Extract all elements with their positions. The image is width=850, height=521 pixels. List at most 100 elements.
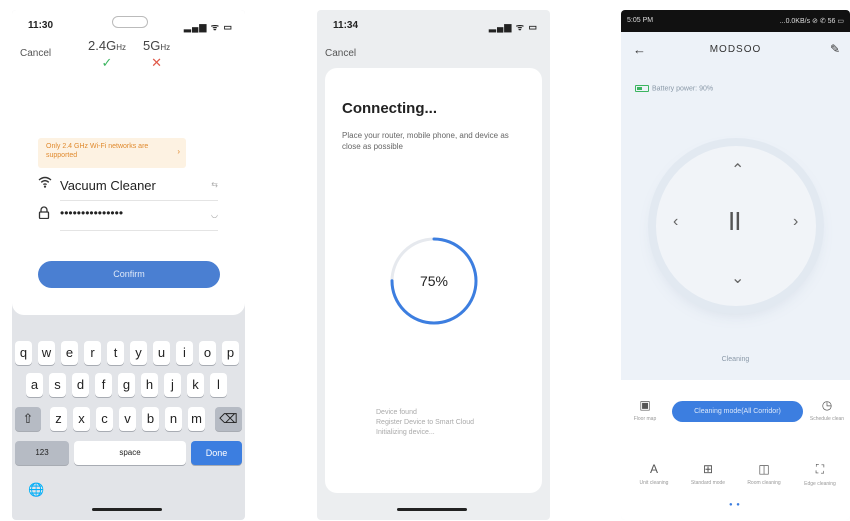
connection-steps: Device found Register Device to Smart Cl…: [376, 408, 526, 438]
map-icon: ▣: [639, 398, 651, 412]
vacuum-control-screen: 5:05 PM ...0.0KB/s ⊘ ✆ 56 ▭ ← MODSOO ✎ B…: [621, 10, 850, 520]
key-r[interactable]: r: [84, 341, 101, 365]
status-time: 11:34: [333, 20, 359, 31]
chevron-right-icon: ›: [177, 147, 180, 156]
key-p[interactable]: p: [222, 341, 239, 365]
status-icons: ▂▄▆ ᯤ ▭: [489, 22, 538, 32]
floor-map-label: Floor map: [633, 416, 657, 422]
keyboard-row-2: asdfghjkl: [12, 373, 245, 398]
backspace-key[interactable]: ⌫: [215, 407, 242, 431]
status-time: 11:30: [28, 20, 54, 31]
eye-icon[interactable]: ◡: [211, 210, 218, 219]
numbers-key[interactable]: 123: [15, 441, 69, 465]
floor-map-button[interactable]: ▣ Floor map: [629, 398, 661, 422]
mode-icon: ⊞: [702, 462, 714, 476]
band-24ghz-unit: Hz: [116, 43, 126, 52]
arrow-down-icon[interactable]: ⌄: [731, 268, 744, 288]
band-5ghz-label: 5G: [143, 38, 161, 53]
status-icons: ▂▄▆ ᯤ ▭: [184, 22, 233, 32]
wifi-name-value: Vacuum Cleaner: [60, 178, 156, 193]
connecting-card: Connecting... Place your router, mobile …: [325, 68, 542, 493]
key-b[interactable]: b: [142, 407, 159, 431]
band-5ghz: 5GHz ✕: [143, 38, 170, 71]
band-5ghz-unit: Hz: [160, 43, 171, 52]
wifi-icon: [38, 176, 52, 191]
home-indicator: [92, 508, 162, 511]
connecting-screen: 11:34 ▂▄▆ ᯤ ▭ Cancel Connecting... Place…: [317, 10, 550, 520]
keyboard-row-3: ⇧ ⌫ zxcvbnm: [12, 407, 245, 432]
cancel-button[interactable]: Cancel: [20, 48, 51, 59]
key-m[interactable]: m: [188, 407, 205, 431]
key-y[interactable]: y: [130, 341, 147, 365]
wifi-name-field[interactable]: Vacuum Cleaner ⇆: [38, 176, 218, 198]
battery-status: Battery power: 90%: [635, 85, 713, 92]
password-value: •••••••••••••••: [60, 206, 124, 220]
confirm-button[interactable]: Confirm: [38, 261, 220, 288]
space-key[interactable]: space: [74, 441, 186, 465]
cleaning-mode-button[interactable]: Cleaning mode(All Corridor): [672, 401, 803, 422]
key-v[interactable]: v: [119, 407, 136, 431]
room-cleaning-label: Room cleaning: [747, 480, 781, 486]
cancel-button[interactable]: Cancel: [325, 48, 356, 59]
key-a[interactable]: a: [26, 373, 43, 397]
band-24ghz: 2.4GHz ✓: [88, 38, 126, 71]
key-x[interactable]: x: [73, 407, 90, 431]
home-indicator: [397, 508, 467, 511]
key-t[interactable]: t: [107, 341, 124, 365]
divider: [60, 230, 218, 231]
key-s[interactable]: s: [49, 373, 66, 397]
status-time: 5:05 PM: [627, 17, 654, 24]
key-f[interactable]: f: [95, 373, 112, 397]
switch-network-icon[interactable]: ⇆: [211, 180, 218, 189]
status-bar: 11:30 ▂▄▆ ᯤ ▭: [28, 20, 233, 34]
key-g[interactable]: g: [118, 373, 135, 397]
globe-icon[interactable]: 🌐: [28, 482, 44, 498]
key-h[interactable]: h: [141, 373, 158, 397]
edge-cleaning-button[interactable]: ⛶ Edge cleaning: [797, 462, 843, 487]
shift-key[interactable]: ⇧: [15, 407, 41, 431]
battery-text: Battery power: 90%: [652, 85, 714, 93]
schedule-button[interactable]: ◷ Schedule clean: [807, 398, 847, 422]
edge-cleaning-label: Edge cleaning: [804, 481, 836, 487]
wifi-warning-text: Only 2.4 GHz Wi-Fi networks are supporte…: [46, 143, 149, 159]
band-24ghz-label: 2.4G: [88, 38, 117, 53]
key-w[interactable]: w: [38, 341, 55, 365]
key-n[interactable]: n: [165, 407, 182, 431]
key-d[interactable]: d: [72, 373, 89, 397]
room-cleaning-button[interactable]: ◫ Room cleaning: [741, 462, 787, 486]
key-l[interactable]: l: [210, 373, 227, 397]
arrow-right-icon[interactable]: ›: [793, 213, 798, 231]
cleaning-status: Cleaning: [721, 356, 750, 363]
arrow-left-icon[interactable]: ‹: [673, 213, 678, 231]
divider: [60, 200, 218, 201]
key-k[interactable]: k: [187, 373, 204, 397]
standard-mode-button[interactable]: ⊞ Standard mode: [685, 462, 731, 486]
key-z[interactable]: z: [50, 407, 67, 431]
unit-cleaning-label: Unit cleaning: [639, 480, 669, 486]
standard-mode-label: Standard mode: [690, 480, 726, 486]
check-icon: ✓: [101, 55, 113, 70]
step-register-device: Register Device to Smart Cloud: [376, 419, 475, 426]
connecting-title: Connecting...: [342, 100, 437, 117]
key-o[interactable]: o: [199, 341, 216, 365]
key-j[interactable]: j: [164, 373, 181, 397]
key-q[interactable]: q: [15, 341, 32, 365]
key-e[interactable]: e: [61, 341, 78, 365]
edge-icon: ⛶: [815, 462, 825, 476]
key-u[interactable]: u: [153, 341, 170, 365]
device-name: MODSOO: [709, 44, 762, 55]
key-i[interactable]: i: [176, 341, 193, 365]
keyboard-row-1: qwertyuiop: [12, 341, 245, 366]
cross-icon: ✕: [151, 55, 163, 70]
room-icon: ◫: [758, 462, 770, 476]
arrow-up-icon[interactable]: ⌃: [731, 160, 744, 180]
wifi-warning-banner[interactable]: Only 2.4 GHz Wi-Fi networks are supporte…: [38, 138, 186, 168]
wifi-card: 11:30 ▂▄▆ ᯤ ▭ Cancel 2.4GHz ✓ 5GHz ✕ Onl…: [12, 10, 245, 315]
letter-a-icon: A: [649, 462, 658, 476]
pause-button[interactable]: II: [728, 206, 741, 237]
key-c[interactable]: c: [96, 407, 113, 431]
unit-cleaning-button[interactable]: A Unit cleaning: [631, 462, 677, 486]
password-field[interactable]: ••••••••••••••• ◡: [38, 206, 218, 228]
done-key[interactable]: Done: [191, 441, 242, 465]
edit-icon[interactable]: ✎: [830, 42, 840, 56]
